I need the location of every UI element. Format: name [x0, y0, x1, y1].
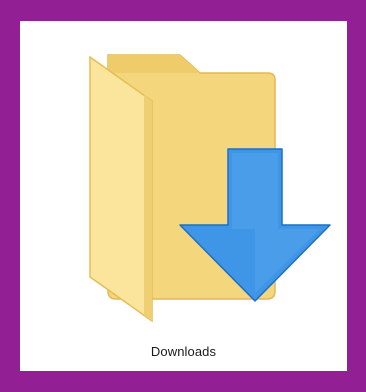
folder-label: Downloads — [150, 344, 217, 359]
folder-tab — [108, 55, 200, 73]
folder-front-panel — [89, 55, 153, 323]
selection-frame: Downloads — [0, 0, 366, 392]
downloads-folder-icon — [89, 54, 331, 323]
folder-front-shade — [144, 95, 152, 321]
downloads-folder-item[interactable]: Downloads — [20, 21, 347, 371]
